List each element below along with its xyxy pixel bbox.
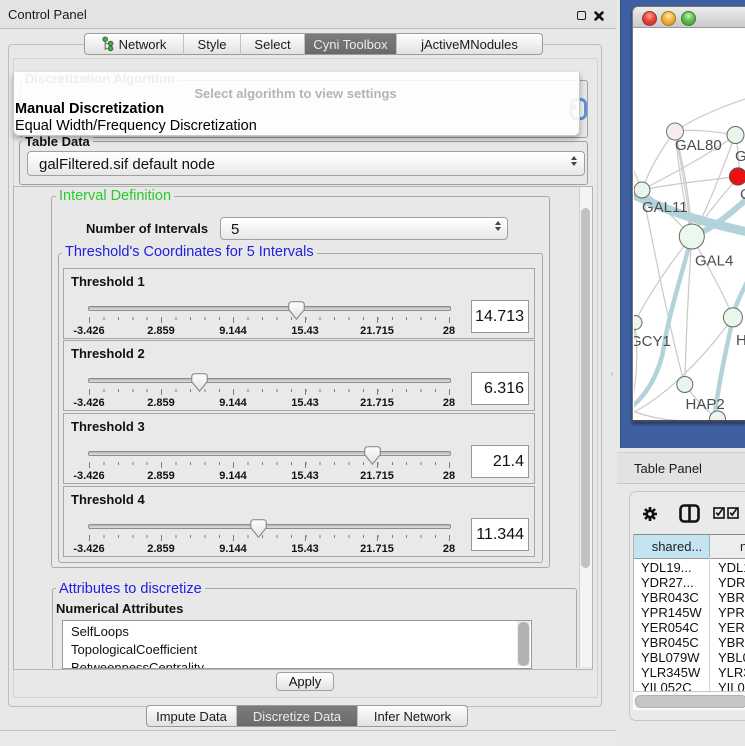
svg-text:G.: G. (735, 148, 745, 165)
svg-text:C: C (740, 186, 745, 203)
svg-text:HAP2: HAP2 (685, 396, 724, 413)
svg-text:GAL80: GAL80 (675, 137, 722, 154)
svg-text:GAL4: GAL4 (695, 253, 733, 270)
svg-text:GCY1: GCY1 (634, 333, 671, 350)
svg-text:GAL11: GAL11 (642, 199, 688, 216)
svg-text:H: H (736, 332, 745, 349)
